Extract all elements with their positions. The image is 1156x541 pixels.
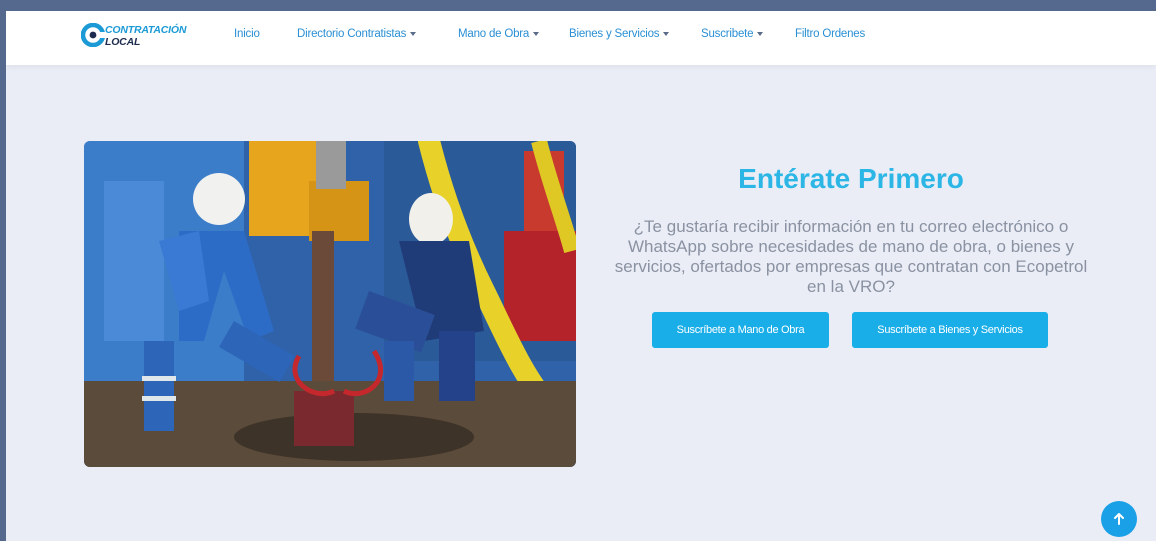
nav-label: Inicio [234, 27, 260, 40]
scroll-to-top-button[interactable] [1101, 501, 1137, 537]
logo-c-icon [81, 23, 105, 47]
caret-down-icon [410, 32, 417, 36]
caret-down-icon [757, 32, 764, 36]
logo-text-top: CONTRATACIÓN [105, 24, 187, 36]
nav-label: Filtro Ordenes [795, 27, 866, 40]
section-description: ¿Te gustaría recibir información en tu c… [614, 217, 1088, 296]
nav-label: Mano de Obra [458, 27, 530, 40]
logo-text-bottom: LOCAL [105, 36, 141, 48]
hero-image [84, 141, 576, 467]
arrow-up-icon [1114, 513, 1124, 525]
site-logo[interactable]: CONTRATACIÓN LOCAL [81, 23, 191, 51]
caret-down-icon [663, 32, 670, 36]
caret-down-icon [533, 32, 540, 36]
page: CONTRATACIÓN LOCAL Inicio Directorio Con… [6, 11, 1156, 541]
section-title: Entérate Primero [738, 163, 964, 194]
nav-item-directorio-contratistas[interactable]: Directorio Contratistas [297, 11, 417, 56]
nav-item-inicio[interactable]: Inicio [234, 11, 260, 56]
nav-item-bienes-y-servicios[interactable]: Bienes y Servicios [569, 11, 670, 56]
subscribe-goods-services-button[interactable]: Suscríbete a Bienes y Servicios [852, 312, 1048, 348]
nav-item-filtro-ordenes[interactable]: Filtro Ordenes [795, 11, 865, 56]
subscribe-labor-button[interactable]: Suscríbete a Mano de Obra [652, 312, 829, 348]
nav-item-mano-de-obra[interactable]: Mano de Obra [458, 11, 540, 56]
navbar: CONTRATACIÓN LOCAL Inicio Directorio Con… [6, 11, 1156, 65]
nav-label: Suscribete [701, 27, 754, 40]
nav-item-suscribete[interactable]: Suscribete [701, 11, 764, 56]
nav-label: Bienes y Servicios [569, 27, 660, 40]
nav-label: Directorio Contratistas [297, 27, 407, 40]
